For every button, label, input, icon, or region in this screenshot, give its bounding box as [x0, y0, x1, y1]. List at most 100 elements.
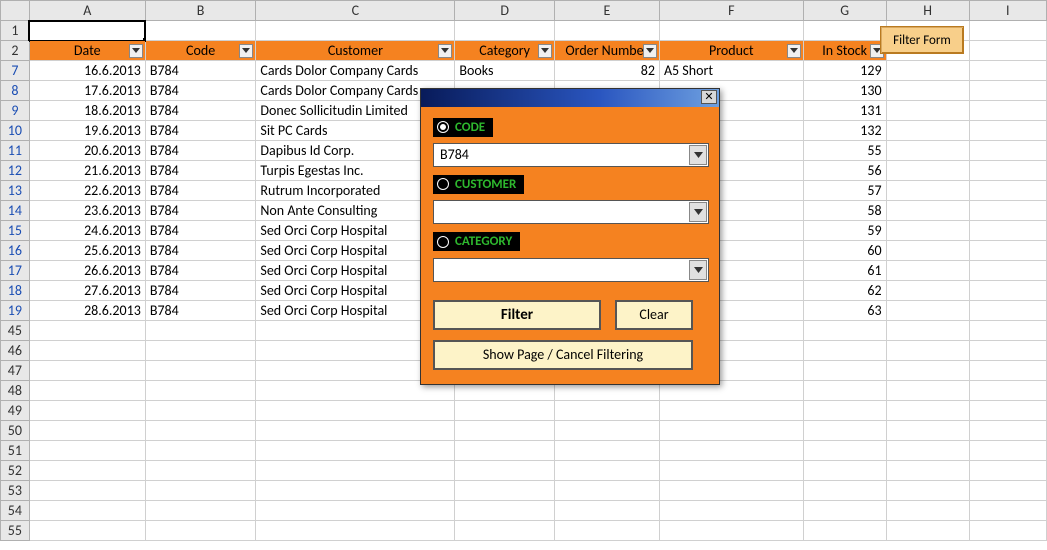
- cell[interactable]: [145, 381, 256, 401]
- cell[interactable]: [969, 101, 1046, 121]
- cell[interactable]: [969, 121, 1046, 141]
- code-cell[interactable]: B784: [145, 81, 256, 101]
- table-header-cell[interactable]: Category: [455, 41, 555, 61]
- cell[interactable]: [803, 321, 886, 341]
- date-cell[interactable]: 18.6.2013: [29, 101, 145, 121]
- stock-cell[interactable]: 55: [803, 141, 886, 161]
- cell[interactable]: [659, 441, 803, 461]
- cell[interactable]: [29, 521, 145, 541]
- date-cell[interactable]: 28.6.2013: [29, 301, 145, 321]
- cell[interactable]: [803, 341, 886, 361]
- row-header[interactable]: 18: [1, 281, 30, 301]
- cell[interactable]: [969, 301, 1046, 321]
- cell[interactable]: [659, 401, 803, 421]
- cell[interactable]: [256, 421, 455, 441]
- row-header[interactable]: 53: [1, 481, 30, 501]
- row-header[interactable]: 49: [1, 401, 30, 421]
- code-cell[interactable]: B784: [145, 121, 256, 141]
- column-header[interactable]: A: [29, 1, 145, 21]
- cell[interactable]: [886, 441, 969, 461]
- table-header-cell[interactable]: Code: [145, 41, 256, 61]
- cell[interactable]: [554, 521, 659, 541]
- cell[interactable]: [969, 441, 1046, 461]
- cell[interactable]: [455, 521, 555, 541]
- row-header[interactable]: 16: [1, 241, 30, 261]
- cell[interactable]: [29, 321, 145, 341]
- cell[interactable]: [803, 21, 886, 41]
- chevron-down-icon[interactable]: [689, 260, 707, 280]
- cell[interactable]: [145, 401, 256, 421]
- cell[interactable]: [29, 461, 145, 481]
- cell[interactable]: [455, 441, 555, 461]
- row-header[interactable]: 8: [1, 81, 30, 101]
- cell[interactable]: [969, 181, 1046, 201]
- cell[interactable]: [145, 341, 256, 361]
- row-header[interactable]: 55: [1, 521, 30, 541]
- cell[interactable]: [886, 281, 969, 301]
- cell[interactable]: [803, 461, 886, 481]
- stock-cell[interactable]: 57: [803, 181, 886, 201]
- cell[interactable]: [886, 141, 969, 161]
- date-cell[interactable]: 20.6.2013: [29, 141, 145, 161]
- row-header[interactable]: 12: [1, 161, 30, 181]
- row-header[interactable]: 7: [1, 61, 30, 81]
- cell[interactable]: [969, 201, 1046, 221]
- column-header[interactable]: G: [803, 1, 886, 21]
- chevron-down-icon[interactable]: [689, 202, 707, 222]
- cell[interactable]: [969, 261, 1046, 281]
- cell[interactable]: [886, 81, 969, 101]
- cell[interactable]: [659, 481, 803, 501]
- row-header[interactable]: 48: [1, 381, 30, 401]
- cell[interactable]: [554, 421, 659, 441]
- filter-dropdown-icon[interactable]: [438, 44, 452, 58]
- table-header-cell[interactable]: In Stock: [803, 41, 886, 61]
- cell[interactable]: [886, 361, 969, 381]
- date-cell[interactable]: 19.6.2013: [29, 121, 145, 141]
- cell[interactable]: [969, 501, 1046, 521]
- table-header-cell[interactable]: Customer: [256, 41, 455, 61]
- code-combobox[interactable]: B784: [433, 143, 709, 167]
- cell[interactable]: [886, 261, 969, 281]
- cell[interactable]: [969, 221, 1046, 241]
- cell[interactable]: [803, 521, 886, 541]
- cell[interactable]: [969, 21, 1046, 41]
- cell[interactable]: [803, 481, 886, 501]
- cell[interactable]: [145, 21, 256, 41]
- cell[interactable]: [455, 481, 555, 501]
- cell[interactable]: [969, 521, 1046, 541]
- date-cell[interactable]: 26.6.2013: [29, 261, 145, 281]
- date-cell[interactable]: 24.6.2013: [29, 221, 145, 241]
- date-cell[interactable]: 17.6.2013: [29, 81, 145, 101]
- product-cell[interactable]: A5 Short: [659, 61, 803, 81]
- code-cell[interactable]: B784: [145, 301, 256, 321]
- row-header[interactable]: 17: [1, 261, 30, 281]
- cell[interactable]: [29, 341, 145, 361]
- filter-dropdown-icon[interactable]: [239, 44, 253, 58]
- cell[interactable]: [969, 141, 1046, 161]
- cell[interactable]: [145, 361, 256, 381]
- row-header[interactable]: 51: [1, 441, 30, 461]
- filter-button[interactable]: Filter: [433, 300, 601, 330]
- stock-cell[interactable]: 60: [803, 241, 886, 261]
- cell[interactable]: [886, 521, 969, 541]
- row-header[interactable]: 10: [1, 121, 30, 141]
- cell[interactable]: [554, 461, 659, 481]
- row-header[interactable]: 9: [1, 101, 30, 121]
- customer-cell[interactable]: Cards Dolor Company Cards: [256, 61, 455, 81]
- code-cell[interactable]: B784: [145, 281, 256, 301]
- clear-button[interactable]: Clear: [615, 300, 693, 330]
- cell[interactable]: [554, 441, 659, 461]
- category-combobox[interactable]: [433, 258, 709, 282]
- stock-cell[interactable]: 58: [803, 201, 886, 221]
- cell[interactable]: [886, 221, 969, 241]
- cell[interactable]: [969, 321, 1046, 341]
- column-header[interactable]: C: [256, 1, 455, 21]
- show-page-button[interactable]: Show Page / Cancel Filtering: [433, 340, 693, 370]
- userform-titlebar[interactable]: ✕: [421, 89, 719, 107]
- filter-dropdown-icon[interactable]: [129, 44, 143, 58]
- cell[interactable]: [29, 441, 145, 461]
- cell[interactable]: [29, 481, 145, 501]
- cell[interactable]: [256, 21, 455, 41]
- cell[interactable]: [969, 361, 1046, 381]
- row-header[interactable]: 2: [1, 41, 30, 61]
